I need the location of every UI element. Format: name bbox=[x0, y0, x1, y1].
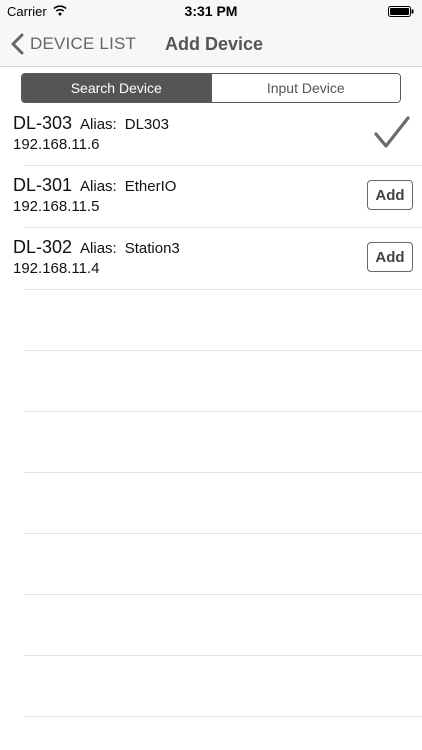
device-name: DL-303 bbox=[13, 113, 73, 133]
device-mode-segmented-control: Search Device Input Device bbox=[21, 73, 401, 103]
device-info: DL-303 Alias: DL303 192.168.11.6 bbox=[13, 113, 169, 153]
back-label: DEVICE LIST bbox=[30, 34, 137, 53]
alias-value: Station3 bbox=[124, 240, 180, 257]
list-item: DL-303 Alias: DL303 192.168.11.6 bbox=[13, 104, 422, 166]
empty-row bbox=[24, 656, 422, 717]
device-ip: 192.168.11.5 bbox=[13, 198, 100, 215]
empty-row bbox=[24, 351, 422, 412]
device-list: DL-303 Alias: DL303 192.168.11.6 DL-301 … bbox=[0, 104, 422, 717]
device-info: DL-301 Alias: EtherIO 192.168.11.5 bbox=[13, 175, 176, 215]
navigation-bar: DEVICE LIST Add Device bbox=[0, 22, 422, 67]
status-time: 3:31 PM bbox=[184, 3, 238, 19]
alias-label: Alias: bbox=[80, 178, 117, 195]
add-device-button[interactable]: Add bbox=[367, 242, 413, 272]
empty-row bbox=[24, 412, 422, 473]
battery-icon bbox=[388, 6, 414, 17]
alias-value: EtherIO bbox=[124, 178, 177, 195]
page-title: Add Device bbox=[165, 34, 264, 54]
tab-input-device[interactable]: Input Device bbox=[210, 74, 400, 102]
chevron-left-icon bbox=[11, 33, 24, 55]
device-ip: 192.168.11.6 bbox=[13, 136, 100, 153]
alias-value: DL303 bbox=[124, 116, 169, 133]
alias-label: Alias: bbox=[80, 240, 117, 257]
checkmark-icon bbox=[374, 116, 410, 148]
device-name: DL-301 bbox=[13, 175, 73, 195]
alias-label: Alias: bbox=[80, 116, 117, 133]
add-device-button[interactable]: Add bbox=[367, 180, 413, 210]
empty-row bbox=[24, 595, 422, 656]
device-ip: 192.168.11.4 bbox=[13, 260, 100, 277]
list-item: DL-302 Alias: Station3 192.168.11.4 Add bbox=[13, 228, 422, 290]
status-bar: Carrier 3:31 PM bbox=[0, 0, 422, 22]
back-button[interactable]: DEVICE LIST bbox=[10, 22, 136, 66]
empty-row bbox=[24, 473, 422, 534]
device-name: DL-302 bbox=[13, 237, 73, 257]
tab-search-device[interactable]: Search Device bbox=[22, 74, 211, 102]
list-item: DL-301 Alias: EtherIO 192.168.11.5 Add bbox=[13, 166, 422, 228]
empty-row bbox=[24, 534, 422, 595]
device-info: DL-302 Alias: Station3 192.168.11.4 bbox=[13, 237, 180, 277]
empty-row bbox=[24, 290, 422, 351]
